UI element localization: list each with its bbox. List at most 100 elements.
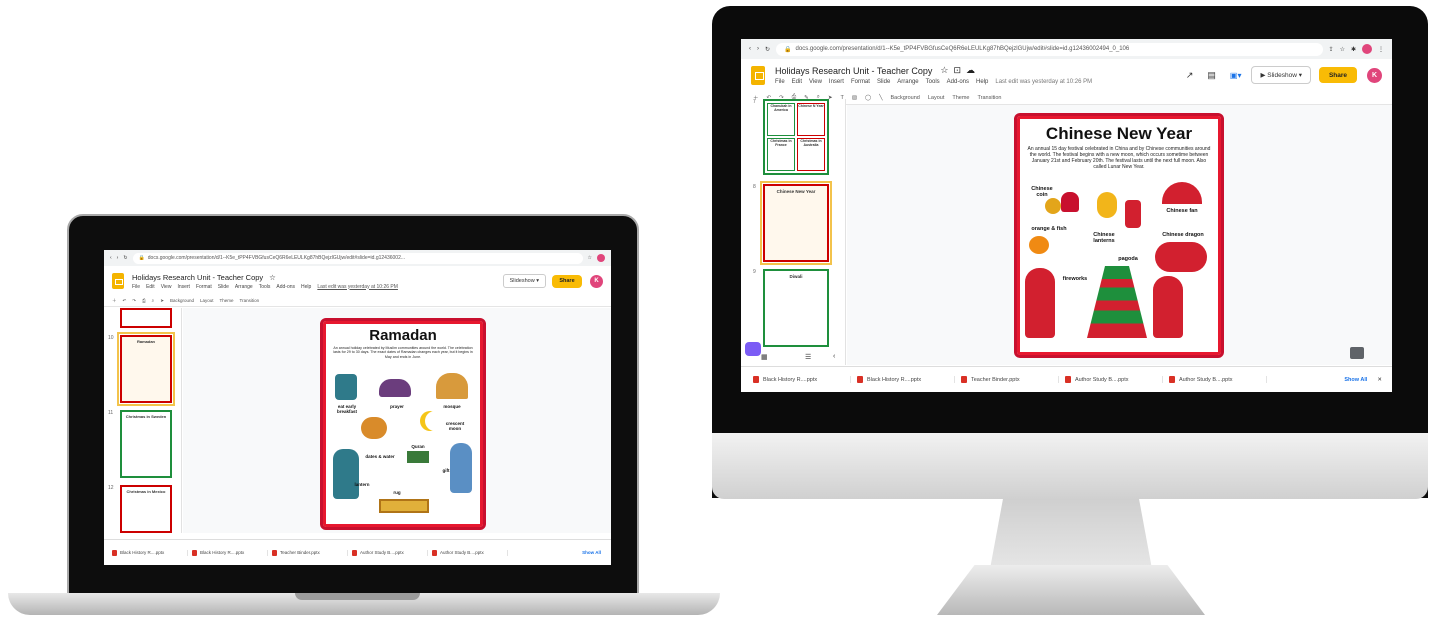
list-view-icon[interactable]: ☰ <box>805 353 811 361</box>
speaker-notes-icon[interactable] <box>1350 347 1364 359</box>
download-item[interactable]: Black History R....pptx <box>108 549 188 556</box>
reload-icon[interactable]: ↻ <box>123 255 127 261</box>
star-doc-icon[interactable]: ☆ <box>940 65 948 76</box>
share-page-icon[interactable]: ⇪ <box>1329 46 1334 53</box>
grid-view-icon[interactable]: ▦ <box>761 353 768 361</box>
thumbnail-diwali[interactable]: Diwali <box>763 269 829 347</box>
print-icon[interactable]: ⎙ <box>142 298 146 303</box>
thumbnail-prev[interactable]: Chanukah in America Chinese N Year Chris… <box>763 99 829 175</box>
download-item[interactable]: Author Study B....pptx <box>428 549 508 556</box>
menu-addons[interactable]: Add-ons <box>276 284 295 290</box>
add-icon[interactable]: ＋ <box>112 298 117 304</box>
menu-insert[interactable]: Insert <box>177 284 190 290</box>
cloud-icon[interactable]: ☁ <box>966 65 975 76</box>
last-edit-link[interactable]: Last edit was yesterday at 10:26 PM <box>317 284 398 290</box>
collapse-icon[interactable]: ‹ <box>833 353 835 360</box>
thumbnail-chinese-new-year[interactable]: Chinese New Year <box>760 181 832 265</box>
user-avatar[interactable]: K <box>590 274 603 288</box>
close-icon[interactable]: ✕ <box>1377 377 1382 383</box>
undo-icon[interactable]: ↶ <box>123 298 127 304</box>
line-icon[interactable]: ╲ <box>879 95 882 101</box>
menu-file[interactable]: File <box>775 79 785 85</box>
user-avatar[interactable]: K <box>1367 67 1382 83</box>
menu-slide[interactable]: Slide <box>218 284 229 290</box>
trend-icon[interactable]: ↗ <box>1186 70 1194 81</box>
toolbar-theme[interactable]: Theme <box>220 298 234 303</box>
avatar-small[interactable] <box>1362 44 1372 54</box>
toolbar-layout[interactable]: Layout <box>928 95 945 101</box>
download-item[interactable]: Author Study B....pptx <box>1059 376 1163 383</box>
forward-icon[interactable]: › <box>757 46 759 52</box>
show-all-link[interactable]: Show All <box>1344 377 1367 383</box>
avatar-small[interactable] <box>597 254 605 262</box>
slides-logo-icon[interactable] <box>751 65 765 85</box>
slide-ramadan[interactable]: Ramadan An annual holiday celebrated by … <box>320 318 486 530</box>
editor-toolbar: ＋ ↶ ↷ ⎙ ⌕ ➤ Background Layout Theme Tran… <box>104 295 611 307</box>
download-item[interactable]: Black History R....pptx <box>188 549 268 556</box>
move-icon[interactable]: ⊡ <box>953 65 961 76</box>
toolbar-layout[interactable]: Layout <box>200 298 214 303</box>
extensions-icon[interactable]: ✱ <box>1351 46 1356 53</box>
image-icon[interactable]: ▧ <box>852 95 857 101</box>
back-icon[interactable]: ‹ <box>749 46 751 52</box>
present-icon[interactable]: ▣▾ <box>1230 71 1242 80</box>
menu-format[interactable]: Format <box>196 284 212 290</box>
menu-addons[interactable]: Add-ons <box>947 79 969 85</box>
zoom-icon[interactable]: ⌕ <box>152 298 155 303</box>
menu-file[interactable]: File <box>132 284 140 290</box>
explore-button[interactable] <box>745 342 761 356</box>
thumbnail-mexico[interactable]: Christmas in Mexico <box>120 485 172 533</box>
menu-arrange[interactable]: Arrange <box>897 79 918 85</box>
lantern-yellow-icon <box>1097 192 1117 218</box>
menu-arrange[interactable]: Arrange <box>235 284 253 290</box>
thumbnail-prev[interactable] <box>120 308 172 328</box>
more-icon[interactable]: ⋮ <box>1378 46 1384 53</box>
download-item[interactable]: Author Study B....pptx <box>348 549 428 556</box>
toolbar-transition[interactable]: Transition <box>978 95 1002 101</box>
menu-tools[interactable]: Tools <box>926 79 940 85</box>
doc-title[interactable]: Holidays Research Unit - Teacher Copy <box>775 66 932 76</box>
download-item[interactable]: Author Study B....pptx <box>1163 376 1267 383</box>
download-item[interactable]: Black History R....pptx <box>851 376 955 383</box>
menu-format[interactable]: Format <box>851 79 870 85</box>
menu-view[interactable]: View <box>161 284 172 290</box>
star-icon[interactable]: ☆ <box>1340 46 1345 53</box>
forward-icon[interactable]: › <box>117 255 119 261</box>
toolbar-theme[interactable]: Theme <box>952 95 969 101</box>
menu-edit[interactable]: Edit <box>792 79 802 85</box>
back-icon[interactable]: ‹ <box>110 255 112 261</box>
menu-view[interactable]: View <box>809 79 822 85</box>
slideshow-button[interactable]: Slideshow ▾ <box>502 274 546 288</box>
menu-tools[interactable]: Tools <box>259 284 271 290</box>
star-doc-icon[interactable]: ☆ <box>269 273 276 282</box>
show-all-link[interactable]: Show All <box>582 550 601 555</box>
redo-icon[interactable]: ↷ <box>132 298 136 304</box>
thumbnail-ramadan[interactable]: Ramadan <box>117 332 175 406</box>
toolbar-transition[interactable]: Transition <box>240 298 260 303</box>
star-icon[interactable]: ☆ <box>588 255 592 261</box>
menu-slide[interactable]: Slide <box>877 79 890 85</box>
share-button[interactable]: Share <box>552 274 582 288</box>
select-icon[interactable]: ➤ <box>160 298 164 304</box>
toolbar-background[interactable]: Background <box>891 95 920 101</box>
thumbnail-sweden[interactable]: Christmas in Sweden <box>120 410 172 478</box>
download-item[interactable]: Black History R....pptx <box>747 376 851 383</box>
address-bar[interactable]: 🔒 docs.google.com/presentation/d/1--K5e_… <box>132 252 583 264</box>
menu-edit[interactable]: Edit <box>146 284 155 290</box>
address-bar[interactable]: 🔒 docs.google.com/presentation/d/1--K5e_… <box>776 42 1323 56</box>
last-edit-link[interactable]: Last edit was yesterday at 10:26 PM <box>995 79 1092 85</box>
comment-icon[interactable]: ▤ <box>1207 70 1216 81</box>
slideshow-button[interactable]: ▶ Slideshow ▾ <box>1251 66 1311 84</box>
download-item[interactable]: Teacher Binder.pptx <box>955 376 1059 383</box>
menu-insert[interactable]: Insert <box>829 79 844 85</box>
toolbar-background[interactable]: Background <box>170 298 194 303</box>
reload-icon[interactable]: ↻ <box>765 46 770 53</box>
doc-title[interactable]: Holidays Research Unit - Teacher Copy <box>132 273 263 282</box>
download-item[interactable]: Teacher Binder.pptx <box>268 549 348 556</box>
share-button[interactable]: Share <box>1319 67 1357 83</box>
shape-icon[interactable]: ◯ <box>865 95 871 101</box>
slide-chinese-new-year[interactable]: Chinese New Year An annual 15 day festiv… <box>1014 113 1224 358</box>
menu-help[interactable]: Help <box>301 284 311 290</box>
slides-logo-icon[interactable] <box>112 273 124 289</box>
menu-help[interactable]: Help <box>976 79 988 85</box>
